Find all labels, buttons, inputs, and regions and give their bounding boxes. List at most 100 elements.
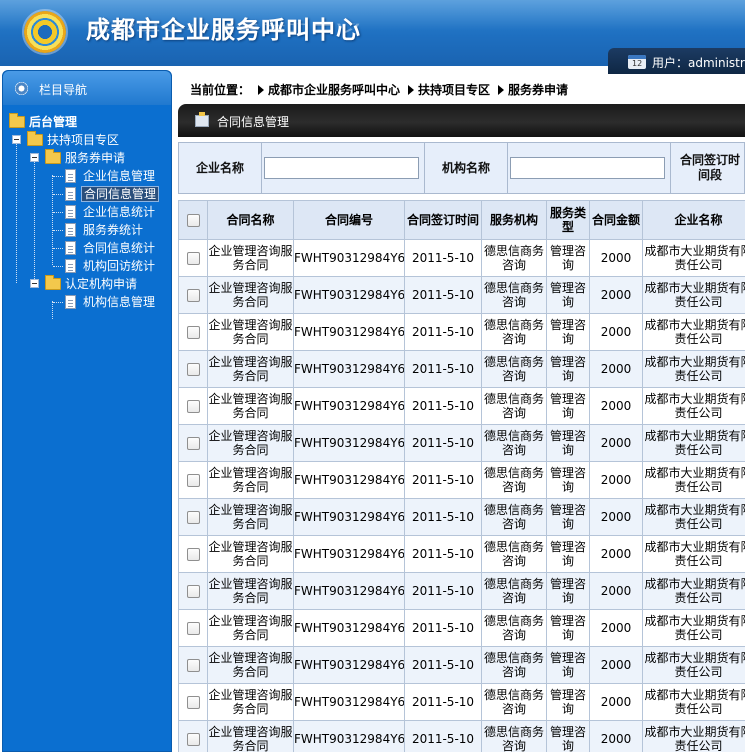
table-row[interactable]: 企业管理咨询服务合同 FWHT90312984Y6 2011-5-10 德思信商务咨询… (178, 461, 745, 499)
table-row[interactable]: 企业管理咨询服务合同 FWHT90312984Y6 2011-5-10 德思信商务咨询… (178, 387, 745, 425)
table-row[interactable]: 企业管理咨询服务合同 FWHT90312984Y6 2011-5-10 德思信商务咨询… (178, 720, 745, 752)
row-checkbox[interactable] (186, 622, 200, 635)
row-checkbox[interactable] (186, 252, 200, 265)
contract-amount-cell: 2000 (589, 350, 643, 388)
table-header-row: 合同名称 合同编号 合同签订时间 服务机构 服务类型 合同金额 企业名称 (178, 200, 745, 240)
arrow-right-icon (498, 85, 505, 95)
row-select-cell (178, 683, 208, 721)
company-name-cell: 成都市大业期货有限责任公司 (642, 387, 745, 425)
row-checkbox[interactable] (186, 400, 200, 413)
collapse-toggle-icon[interactable] (30, 153, 39, 162)
breadcrumb: 当前位置： 成都市企业服务呼叫中心 扶持项目专区 服务券申请 (190, 81, 568, 99)
row-checkbox[interactable] (186, 437, 200, 450)
tree-node-agency-visit-stats[interactable]: 机构回访统计 (7, 257, 167, 275)
search-label-cell: 合同签订时间段 (671, 143, 745, 193)
search-input-cell (262, 143, 425, 193)
contract-number-cell: FWHT90312984Y6 (293, 498, 405, 536)
select-all-checkbox[interactable] (186, 214, 200, 227)
company-name-input[interactable] (264, 157, 419, 179)
sidebar-header[interactable]: 栏目导航 (3, 71, 171, 105)
table-row[interactable]: 企业管理咨询服务合同 FWHT90312984Y6 2011-5-10 德思信商务咨询… (178, 535, 745, 573)
service-agency-cell: 德思信商务咨询 (481, 276, 547, 314)
user-label: 用户：administrator (652, 56, 745, 70)
tree-node-company-stats[interactable]: 企业信息统计 (7, 203, 167, 221)
contract-number-cell: FWHT90312984Y6 (293, 535, 405, 573)
sidebar-title: 栏目导航 (39, 83, 88, 97)
table-row[interactable]: 企业管理咨询服务合同 FWHT90312984Y6 2011-5-10 德思信商务咨询… (178, 424, 745, 462)
sign-date-cell: 2011-5-10 (404, 646, 482, 684)
company-name-cell: 成都市大业期货有限责任公司 (642, 239, 745, 277)
contract-amount-cell: 2000 (589, 683, 643, 721)
contract-name-cell: 企业管理咨询服务合同 (207, 683, 294, 721)
agency-name-input[interactable] (510, 157, 665, 179)
row-checkbox[interactable] (186, 289, 200, 302)
table-row[interactable]: 企业管理咨询服务合同 FWHT90312984Y6 2011-5-10 德思信商务咨询… (178, 683, 745, 721)
row-checkbox[interactable] (186, 511, 200, 524)
tree-node-voucher-stats[interactable]: 服务券统计 (7, 221, 167, 239)
sign-date-cell: 2011-5-10 (404, 720, 482, 752)
table-row[interactable]: 企业管理咨询服务合同 FWHT90312984Y6 2011-5-10 德思信商务咨询… (178, 572, 745, 610)
row-checkbox[interactable] (186, 733, 200, 746)
company-name-cell: 成都市大业期货有限责任公司 (642, 535, 745, 573)
service-agency-cell: 德思信商务咨询 (481, 239, 547, 277)
service-type-cell: 管理咨询 (546, 572, 590, 610)
contract-amount-cell: 2000 (589, 424, 643, 462)
search-label-cell: 机构名称 (425, 143, 508, 193)
row-checkbox[interactable] (186, 474, 200, 487)
row-checkbox[interactable] (186, 363, 200, 376)
column-header[interactable]: 合同编号 (293, 200, 405, 240)
breadcrumb-item[interactable]: 成都市企业服务呼叫中心 (268, 83, 400, 97)
column-header[interactable]: 服务类型 (546, 200, 590, 240)
column-header[interactable]: 合同名称 (207, 200, 294, 240)
company-name-label: 企业名称 (195, 161, 244, 175)
contract-name-cell: 企业管理咨询服务合同 (207, 350, 294, 388)
tree-node-contract-info[interactable]: 合同信息管理 (7, 185, 167, 203)
contract-amount-cell: 2000 (589, 461, 643, 499)
contract-name-cell: 企业管理咨询服务合同 (207, 535, 294, 573)
arrow-right-icon (258, 85, 265, 95)
tree-node-agency-info[interactable]: 机构信息管理 (7, 293, 167, 311)
select-all-header (178, 200, 208, 240)
service-agency-cell: 德思信商务咨询 (481, 572, 547, 610)
tree-node-company-info[interactable]: 企业信息管理 (7, 167, 167, 185)
tree-node-support-projects[interactable]: 扶持项目专区 (7, 131, 167, 149)
service-type-cell: 管理咨询 (546, 239, 590, 277)
collapse-circle-icon[interactable] (15, 82, 28, 95)
row-select-cell (178, 609, 208, 647)
table-row[interactable]: 企业管理咨询服务合同 FWHT90312984Y6 2011-5-10 德思信商务咨询… (178, 239, 745, 277)
table-row[interactable]: 企业管理咨询服务合同 FWHT90312984Y6 2011-5-10 德思信商务咨询… (178, 276, 745, 314)
service-type-cell: 管理咨询 (546, 313, 590, 351)
service-type-cell: 管理咨询 (546, 276, 590, 314)
tree-node-contract-stats[interactable]: 合同信息统计 (7, 239, 167, 257)
table-row[interactable]: 企业管理咨询服务合同 FWHT90312984Y6 2011-5-10 德思信商务咨询… (178, 350, 745, 388)
service-agency-cell: 德思信商务咨询 (481, 424, 547, 462)
breadcrumb-item[interactable]: 服务券申请 (508, 83, 568, 97)
breadcrumb-item[interactable]: 扶持项目专区 (418, 83, 490, 97)
collapse-toggle-icon[interactable] (30, 279, 39, 288)
folder-open-icon (45, 275, 61, 290)
collapse-toggle-icon[interactable] (12, 135, 21, 144)
table-row[interactable]: 企业管理咨询服务合同 FWHT90312984Y6 2011-5-10 德思信商务咨询… (178, 498, 745, 536)
table-row[interactable]: 企业管理咨询服务合同 FWHT90312984Y6 2011-5-10 德思信商务咨询… (178, 609, 745, 647)
contract-number-cell: FWHT90312984Y6 (293, 646, 405, 684)
service-agency-cell: 德思信商务咨询 (481, 498, 547, 536)
column-header[interactable]: 企业名称 (642, 200, 745, 240)
row-checkbox[interactable] (186, 585, 200, 598)
contract-number-cell: FWHT90312984Y6 (293, 276, 405, 314)
contract-amount-cell: 2000 (589, 276, 643, 314)
column-header[interactable]: 合同签订时间 (404, 200, 482, 240)
row-checkbox[interactable] (186, 696, 200, 709)
table-row[interactable]: 企业管理咨询服务合同 FWHT90312984Y6 2011-5-10 德思信商务咨询… (178, 646, 745, 684)
table-row[interactable]: 企业管理咨询服务合同 FWHT90312984Y6 2011-5-10 德思信商务咨询… (178, 313, 745, 351)
column-header[interactable]: 服务机构 (481, 200, 547, 240)
row-checkbox[interactable] (186, 659, 200, 672)
tree-node-root[interactable]: 后台管理 (7, 113, 167, 131)
tree-node-voucher-apply[interactable]: 服务券申请 (7, 149, 167, 167)
service-type-cell: 管理咨询 (546, 350, 590, 388)
column-header[interactable]: 合同金额 (589, 200, 643, 240)
company-name-cell: 成都市大业期货有限责任公司 (642, 609, 745, 647)
row-checkbox[interactable] (186, 326, 200, 339)
contract-amount-cell: 2000 (589, 646, 643, 684)
tree-node-agency-certification[interactable]: 认定机构申请 (7, 275, 167, 293)
row-checkbox[interactable] (186, 548, 200, 561)
